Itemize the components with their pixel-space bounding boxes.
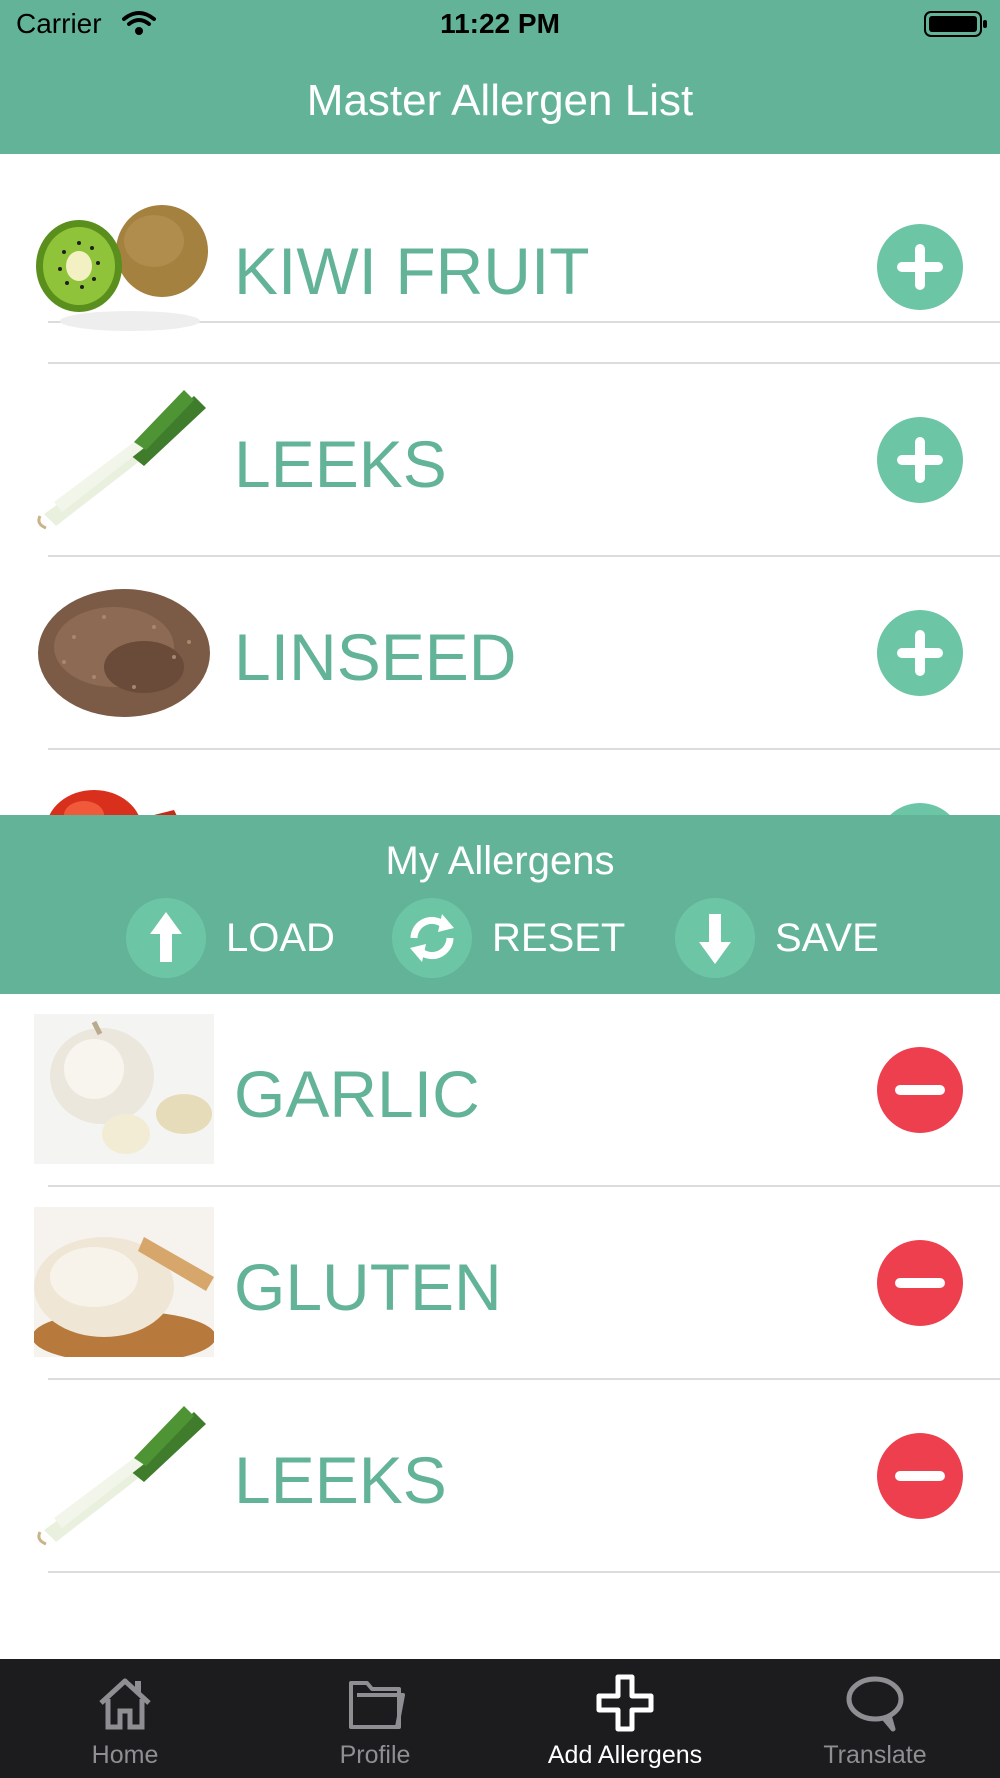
linseed-photo — [34, 577, 214, 727]
refresh-icon — [392, 898, 472, 978]
folder-icon — [345, 1673, 405, 1733]
clock-time: 11:22 PM — [440, 8, 560, 39]
arrow-down-icon — [675, 898, 755, 978]
allergen-name: LINSEED — [234, 620, 517, 694]
list-item: GARLIC — [0, 994, 1000, 1187]
tab-home[interactable]: Home — [0, 1659, 250, 1778]
house-icon — [95, 1673, 155, 1733]
save-label: SAVE — [775, 916, 879, 960]
my-allergens-list[interactable]: GARLIC GLUTEN LEEKS — [0, 994, 1000, 1659]
plus-icon — [897, 437, 943, 483]
my-allergens-header: My Allergens LOAD RESET SAVE — [0, 815, 1000, 994]
allergen-name: GARLIC — [234, 1057, 480, 1131]
tab-label: Add Allergens — [547, 1741, 703, 1769]
status-bar: Carrier 11:22 PM — [0, 0, 1000, 50]
tab-label: Home — [91, 1741, 159, 1769]
dough-photo — [32, 1207, 216, 1363]
add-allergen-button[interactable] — [877, 224, 963, 310]
tab-translate[interactable]: Translate — [750, 1659, 1000, 1778]
list-item: LEEKS — [0, 1380, 1000, 1573]
kiwi-fruit-photo — [34, 191, 214, 341]
plus-icon — [897, 630, 943, 676]
add-allergen-button[interactable] — [877, 417, 963, 503]
minus-icon — [895, 1278, 945, 1288]
tab-label: Profile — [339, 1741, 411, 1769]
plus-icon — [897, 244, 943, 290]
allergen-name: LEEKS — [234, 427, 447, 501]
battery-icon — [924, 10, 988, 43]
navigation-bar: Master Allergen List — [0, 50, 1000, 154]
lobster-photo — [34, 770, 214, 815]
plus-icon — [877, 803, 963, 815]
save-button[interactable]: SAVE — [675, 898, 895, 978]
list-item: KIWI FRUIT — [0, 171, 1000, 364]
master-allergen-list[interactable]: KIWI FRUIT LEEKS LINSEED — [0, 154, 1000, 815]
tab-bar: Home Profile Add Allergens Translate — [0, 1659, 1000, 1778]
allergen-name: KIWI FRUIT — [234, 234, 590, 308]
speech-bubble-icon — [845, 1673, 905, 1733]
page-title: Master Allergen List — [306, 76, 694, 125]
remove-allergen-button[interactable] — [877, 1047, 963, 1133]
my-allergens-title: My Allergens — [385, 839, 615, 883]
list-item: LINSEED — [0, 557, 1000, 750]
tab-add-allergens[interactable]: Add Allergens — [500, 1659, 750, 1778]
minus-icon — [895, 1471, 945, 1481]
list-item: LEEKS — [0, 364, 1000, 557]
arrow-up-icon — [126, 898, 206, 978]
add-allergen-button[interactable] — [877, 803, 963, 815]
reset-label: RESET — [492, 916, 626, 960]
plus-outline-icon — [595, 1673, 655, 1733]
allergen-name: GLUTEN — [234, 1250, 502, 1324]
reset-button[interactable]: RESET — [392, 898, 632, 978]
list-item: GLUTEN — [0, 1187, 1000, 1380]
leeks-photo — [34, 384, 214, 534]
list-item — [0, 750, 1000, 815]
tab-label: Translate — [823, 1741, 927, 1769]
leeks-photo — [34, 1400, 214, 1550]
remove-allergen-button[interactable] — [877, 1433, 963, 1519]
tab-profile[interactable]: Profile — [250, 1659, 500, 1778]
garlic-photo — [34, 1014, 214, 1164]
load-button[interactable]: LOAD — [126, 898, 346, 978]
load-label: LOAD — [226, 916, 335, 960]
remove-allergen-button[interactable] — [877, 1240, 963, 1326]
minus-icon — [895, 1085, 945, 1095]
add-allergen-button[interactable] — [877, 610, 963, 696]
allergen-name: LEEKS — [234, 1443, 447, 1517]
